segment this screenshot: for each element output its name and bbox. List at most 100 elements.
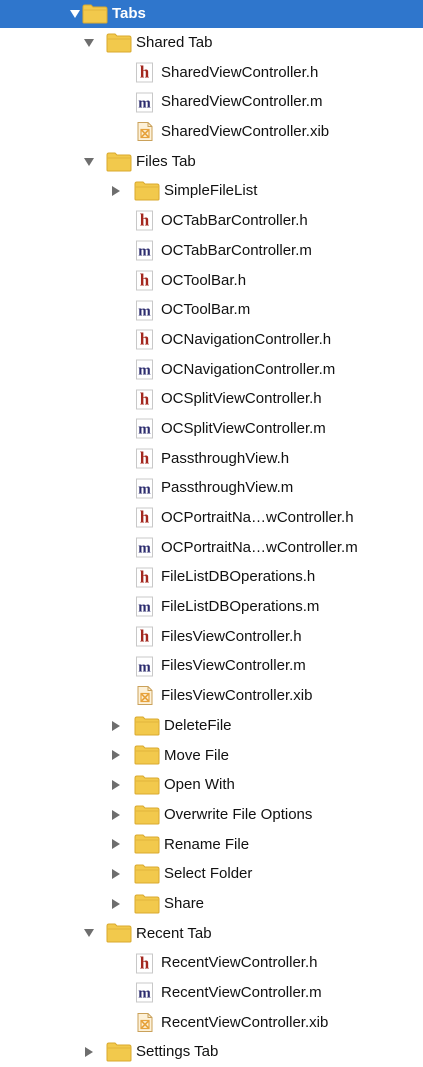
disclosure-closed-icon[interactable] (109, 711, 123, 741)
folder-icon (134, 715, 160, 737)
file-row[interactable]: m PassthroughView.m (0, 473, 423, 503)
disclosure-open-icon[interactable] (82, 147, 96, 177)
file-label: OCTabBarController.h (161, 212, 308, 230)
file-row[interactable]: RecentViewController.xib (0, 1008, 423, 1038)
folder-icon (134, 804, 160, 826)
disclosure-closed-icon[interactable] (82, 1037, 96, 1067)
implementation-file-icon: m (136, 478, 153, 499)
file-row[interactable]: SharedViewController.xib (0, 117, 423, 147)
group-row[interactable]: DeleteFile (0, 711, 423, 741)
group-row[interactable]: Share (0, 889, 423, 919)
file-row[interactable]: m OCToolBar.m (0, 295, 423, 325)
group-label: Tabs (112, 5, 146, 22)
svg-text:m: m (138, 422, 151, 438)
group-label: Files Tab (136, 152, 196, 170)
svg-text:h: h (140, 389, 150, 408)
file-row[interactable]: h OCToolBar.h (0, 266, 423, 296)
file-row[interactable]: h OCSplitViewController.h (0, 384, 423, 414)
file-row[interactable]: h OCNavigationController.h (0, 325, 423, 355)
file-label: OCNavigationController.m (161, 360, 336, 378)
disclosure-closed-icon[interactable] (109, 800, 123, 830)
group-label: Select Folder (164, 865, 253, 883)
folder-icon (106, 922, 132, 944)
folder-icon (134, 833, 160, 855)
file-row[interactable]: h FilesViewController.h (0, 622, 423, 652)
file-label: OCPortraitNa…wController.h (161, 509, 354, 526)
folder-icon (106, 151, 132, 173)
file-row[interactable]: h SharedViewController.h (0, 58, 423, 88)
disclosure-open-icon[interactable] (82, 919, 96, 949)
disclosure-closed-icon[interactable] (109, 830, 123, 860)
project-navigator-tree: Tabs Shared Tab h SharedViewController.h m Sh… (0, 0, 423, 1065)
disclosure-closed-icon[interactable] (109, 770, 123, 800)
group-row[interactable]: Files Tab (0, 147, 423, 177)
file-row[interactable]: m OCPortraitNa…wController.m (0, 533, 423, 563)
file-label: SharedViewController.h (161, 63, 319, 81)
file-label: FilesViewController.m (161, 657, 306, 675)
file-row[interactable]: m OCTabBarController.m (0, 236, 423, 266)
group-row[interactable]: Tabs (0, 0, 423, 28)
svg-text:h: h (140, 448, 150, 467)
header-file-icon: h (136, 270, 153, 291)
file-row[interactable]: h OCTabBarController.h (0, 206, 423, 236)
group-row[interactable]: Settings Tab (0, 1037, 423, 1067)
header-file-icon: h (136, 953, 153, 974)
group-row[interactable]: Overwrite File Options (0, 800, 423, 830)
disclosure-open-icon[interactable] (68, 0, 82, 28)
group-label: Recent Tab (136, 924, 212, 942)
header-file-icon: h (136, 448, 153, 469)
svg-text:h: h (140, 63, 150, 82)
svg-text:m: m (138, 244, 151, 260)
group-label: Shared Tab (136, 34, 213, 51)
folder-icon (134, 893, 160, 915)
file-label: RecentViewController.m (161, 984, 322, 1001)
disclosure-open-icon[interactable] (82, 28, 96, 58)
implementation-file-icon: m (136, 300, 153, 321)
file-row[interactable]: h FileListDBOperations.h (0, 562, 423, 592)
group-row[interactable]: Recent Tab (0, 919, 423, 949)
group-row[interactable]: SimpleFileList (0, 176, 423, 206)
file-row[interactable]: h OCPortraitNa…wController.h (0, 503, 423, 533)
file-label: FilesViewController.xib (161, 687, 313, 705)
header-file-icon: h (136, 389, 153, 410)
file-row[interactable]: m FileListDBOperations.m (0, 592, 423, 622)
disclosure-closed-icon[interactable] (109, 889, 123, 919)
disclosure-closed-icon[interactable] (109, 741, 123, 771)
folder-icon (82, 3, 108, 25)
group-row[interactable]: Move File (0, 741, 423, 771)
implementation-file-icon: m (136, 656, 153, 677)
implementation-file-icon: m (136, 359, 153, 380)
svg-text:h: h (140, 330, 150, 349)
svg-text:m: m (138, 362, 151, 378)
folder-icon (134, 863, 160, 885)
header-file-icon: h (136, 329, 153, 350)
file-row[interactable]: m RecentViewController.m (0, 978, 423, 1008)
file-row[interactable]: m OCNavigationController.m (0, 355, 423, 385)
folder-icon (134, 744, 160, 766)
disclosure-closed-icon[interactable] (109, 859, 123, 889)
svg-text:m: m (138, 541, 151, 557)
folder-icon (106, 1041, 132, 1063)
group-row[interactable]: Shared Tab (0, 28, 423, 58)
header-file-icon: h (136, 210, 153, 231)
header-file-icon: h (136, 507, 153, 528)
svg-text:m: m (138, 481, 151, 497)
folder-icon (134, 774, 160, 796)
disclosure-closed-icon[interactable] (109, 176, 123, 206)
group-row[interactable]: Rename File (0, 830, 423, 860)
file-label: OCSplitViewController.h (161, 390, 322, 408)
group-row[interactable]: Open With (0, 770, 423, 800)
file-row[interactable]: h RecentViewController.h (0, 948, 423, 978)
file-row[interactable]: h PassthroughView.h (0, 444, 423, 474)
file-row[interactable]: m FilesViewController.m (0, 651, 423, 681)
file-row[interactable]: m OCSplitViewController.m (0, 414, 423, 444)
group-label: Overwrite File Options (164, 805, 313, 823)
header-file-icon: h (136, 62, 153, 83)
implementation-file-icon: m (136, 240, 153, 261)
file-row[interactable]: m SharedViewController.m (0, 87, 423, 117)
svg-text:m: m (138, 95, 151, 111)
group-row[interactable]: Select Folder (0, 859, 423, 889)
group-label: SimpleFileList (164, 182, 258, 200)
file-row[interactable]: FilesViewController.xib (0, 681, 423, 711)
svg-text:h: h (140, 211, 150, 230)
